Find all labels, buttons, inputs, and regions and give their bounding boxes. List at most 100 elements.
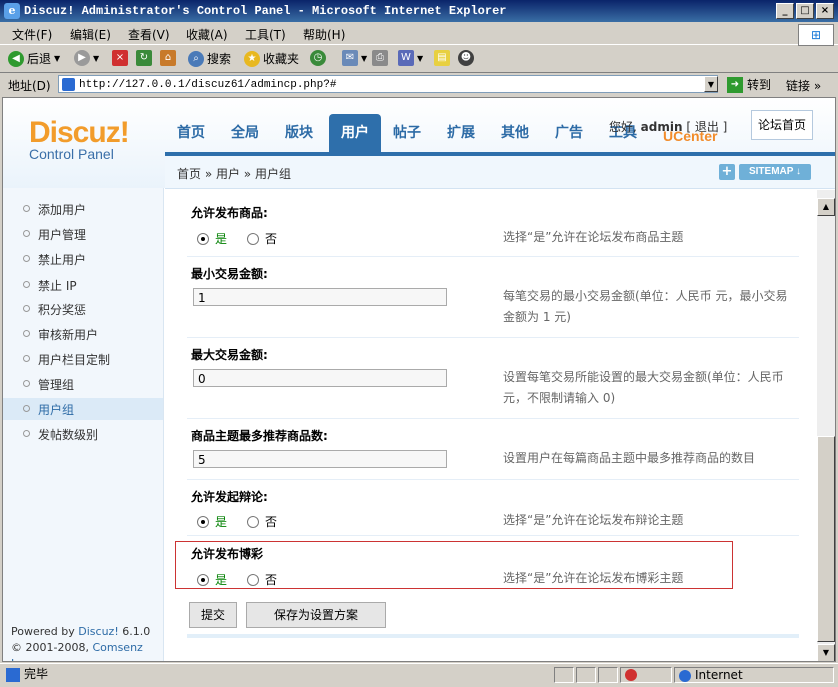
page-icon — [62, 78, 75, 91]
home-button[interactable]: ⌂ — [160, 50, 176, 66]
radio-yes[interactable] — [197, 232, 209, 245]
setting-allow-debate: 允许发起辩论: 是 否 选择“是”允许在论坛发布辩论主题 — [187, 479, 799, 536]
sidebar-item-ban-ip[interactable]: 禁止 IP — [3, 274, 163, 296]
address-input[interactable]: http://127.0.0.1/discuz61/admincp.php?# — [58, 75, 718, 93]
scroll-thumb[interactable] — [817, 436, 835, 642]
setting-min-trade-amount: 最小交易金额: 1 每笔交易的最小交易金额(单位：人民币 元，最小交易金额为 1… — [187, 256, 799, 338]
ucenter-link[interactable]: UCenter — [663, 128, 717, 144]
menu-favorites[interactable]: 收藏(A) — [186, 26, 228, 43]
links-button[interactable]: 链接 » — [786, 77, 821, 94]
stop-button[interactable]: × — [112, 50, 128, 66]
nav-forums[interactable]: 版块 — [285, 122, 313, 142]
bottom-divider — [187, 634, 799, 638]
messenger-icon: ☻ — [458, 50, 474, 66]
min-trade-input[interactable]: 1 — [193, 288, 447, 306]
minimize-button[interactable]: _ — [776, 3, 794, 19]
messenger-button[interactable]: ☻ — [458, 50, 474, 66]
max-recommend-input[interactable]: 5 — [193, 450, 447, 468]
back-arrow-icon: ◀ — [8, 50, 24, 67]
setting-description: 每笔交易的最小交易金额(单位：人民币 元，最小交易金额为 1 元) — [503, 289, 788, 324]
sidebar-item-user-groups[interactable]: 用户组 — [3, 398, 163, 420]
forward-dropdown-icon[interactable]: ▼ — [93, 54, 99, 63]
forward-button[interactable]: ▶ ▼ — [74, 50, 99, 66]
status-text: 完毕 — [24, 667, 49, 681]
settings-content: 允许发布商品: 是 否 选择“是”允许在论坛发布商品主题 最小交易金额: 1 每… — [169, 190, 817, 661]
bullet-icon — [23, 405, 30, 412]
refresh-button[interactable]: ↻ — [136, 50, 152, 66]
ie-icon: e — [4, 3, 20, 19]
menubar: 文件(F) 编辑(E) 查看(V) 收藏(A) 工具(T) 帮助(H) — [0, 22, 838, 45]
sidebar-item-post-ranks[interactable]: 发帖数级别 — [3, 423, 163, 445]
page-icon — [6, 667, 20, 682]
admin-header: Discuz! Control Panel 首页 全局 版块 用户 帖子 扩展 … — [3, 98, 835, 189]
nav-other[interactable]: 其他 — [501, 122, 529, 142]
discuz-link[interactable]: Discuz! — [78, 625, 118, 638]
window-title: Discuz! Administrator's Control Panel - … — [24, 4, 507, 18]
forum-home-button[interactable]: 论坛首页 — [751, 110, 813, 140]
zone-text: Internet — [695, 668, 743, 682]
menu-help[interactable]: 帮助(H) — [303, 26, 345, 43]
back-button[interactable]: ◀ 后退 ▼ — [8, 50, 60, 67]
mail-dropdown-icon[interactable]: ▼ — [361, 54, 367, 63]
stop-icon: × — [112, 50, 128, 66]
page-viewport: Discuz! Control Panel 首页 全局 版块 用户 帖子 扩展 … — [2, 97, 836, 662]
discuz-logo[interactable]: Discuz! Control Panel — [29, 116, 130, 162]
setting-max-trade-amount: 最大交易金额: 0 设置每笔交易所能设置的最大交易金额(单位：人民币元，不限制请… — [187, 337, 799, 419]
radio-group: 是 否 — [197, 230, 277, 247]
nav-global[interactable]: 全局 — [231, 122, 259, 142]
mail-button[interactable]: ✉ ▼ — [342, 50, 367, 66]
radio-yes[interactable] — [197, 515, 209, 528]
print-button[interactable]: ⎙ — [372, 50, 388, 66]
nav-threads[interactable]: 帖子 — [393, 122, 421, 142]
edit-button[interactable]: W ▼ — [398, 50, 423, 66]
nav-home[interactable]: 首页 — [177, 122, 205, 142]
submit-button[interactable]: 提交 — [189, 602, 237, 628]
bullet-icon — [23, 330, 30, 337]
sidebar-item-user-fields[interactable]: 用户栏目定制 — [3, 348, 163, 370]
setting-label: 允许发布商品: — [191, 206, 268, 220]
menu-tools[interactable]: 工具(T) — [245, 26, 286, 43]
mail-icon: ✉ — [342, 50, 358, 66]
nav-extensions[interactable]: 扩展 — [447, 122, 475, 142]
breadcrumb-bar: 首页 » 用户 » 用户组 + SITEMAP ↓ — [165, 156, 835, 189]
search-button[interactable]: ⌕ 搜索 — [188, 50, 231, 67]
menu-edit[interactable]: 编辑(E) — [70, 26, 111, 43]
go-button[interactable]: ➜ 转到 — [727, 76, 771, 93]
bullet-icon — [23, 255, 30, 262]
discuss-button[interactable]: ▤ — [434, 50, 450, 66]
sidebar-item-user-management[interactable]: 用户管理 — [3, 223, 163, 245]
radio-no[interactable] — [247, 515, 260, 528]
menu-view[interactable]: 查看(V) — [128, 26, 170, 43]
toolbar: ◀ 后退 ▼ ▶ ▼ × ↻ ⌂ ⌕ 搜索 ★ 收藏夹 ◷ ✉ ▼ ⎙ W ▼ … — [0, 46, 838, 73]
status-cell — [598, 667, 618, 683]
favorites-button[interactable]: ★ 收藏夹 — [244, 50, 299, 67]
sitemap-button[interactable]: SITEMAP ↓ — [739, 164, 811, 180]
address-bar: 地址(D) http://127.0.0.1/discuz61/admincp.… — [0, 73, 838, 97]
back-dropdown-icon[interactable]: ▼ — [54, 54, 60, 63]
logo-brand: Discuz! — [29, 116, 130, 149]
breadcrumb[interactable]: 首页 » 用户 » 用户组 — [177, 165, 291, 182]
sidebar-item-audit-users[interactable]: 审核新用户 — [3, 323, 163, 345]
sidebar-item-credits[interactable]: 积分奖惩 — [3, 298, 163, 320]
address-dropdown-icon[interactable]: ▼ — [704, 76, 718, 92]
close-button[interactable]: × — [816, 3, 834, 19]
max-trade-input[interactable]: 0 — [193, 369, 447, 387]
history-button[interactable]: ◷ — [310, 50, 326, 66]
maximize-button[interactable]: □ — [796, 3, 814, 19]
nav-ads[interactable]: 广告 — [555, 122, 583, 142]
edit-dropdown-icon[interactable]: ▼ — [417, 54, 423, 63]
address-label: 地址(D) — [8, 79, 51, 93]
scroll-up-icon[interactable]: ▲ — [817, 198, 835, 216]
nav-users[interactable]: 用户 — [329, 114, 381, 152]
edit-icon: W — [398, 50, 414, 66]
radio-no[interactable] — [247, 232, 260, 245]
sidebar-item-ban-user[interactable]: 禁止用户 — [3, 248, 163, 270]
scroll-down-icon[interactable]: ▼ — [817, 644, 835, 661]
sidebar-item-add-user[interactable]: 添加用户 — [3, 198, 163, 220]
sidebar-item-admin-groups[interactable]: 管理组 — [3, 373, 163, 395]
vertical-scrollbar[interactable]: ▲ ▼ — [817, 190, 835, 661]
save-scheme-button[interactable]: 保存为设置方案 — [246, 602, 386, 628]
menu-file[interactable]: 文件(F) — [12, 26, 52, 43]
add-shortcut-icon[interactable]: + — [719, 164, 735, 180]
status-cell — [576, 667, 596, 683]
